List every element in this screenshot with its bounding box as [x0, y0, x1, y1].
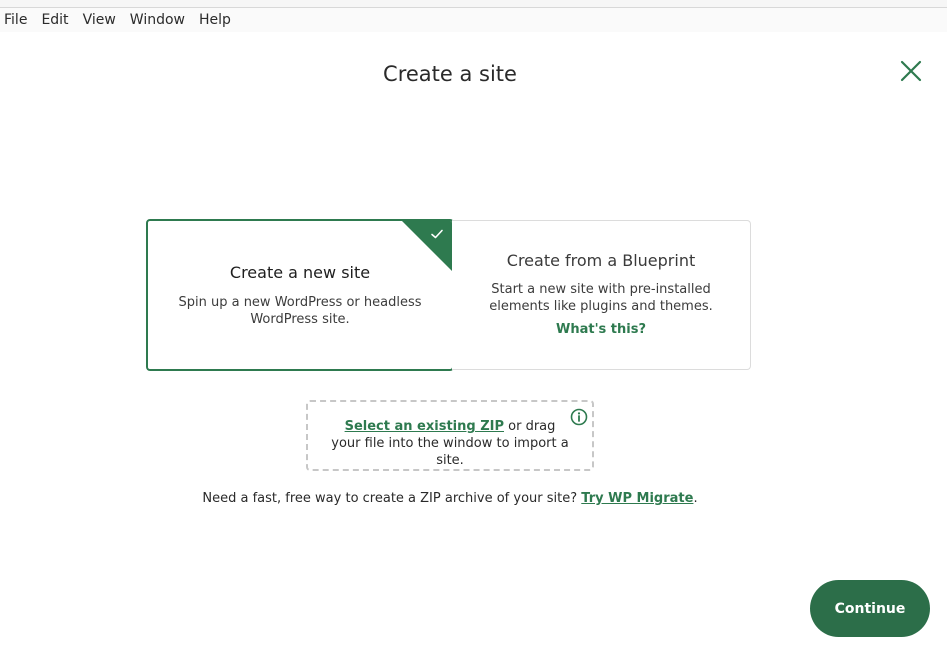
blueprint-title: Create from a Blueprint [506, 251, 696, 270]
menu-window[interactable]: Window [130, 8, 185, 32]
wp-migrate-note-suffix: . [693, 491, 698, 506]
menu-view[interactable]: View [83, 8, 116, 32]
window-top-border [0, 0, 947, 8]
blueprint-description: Start a new site with pre-installed elem… [489, 282, 713, 314]
close-button[interactable] [898, 58, 924, 84]
create-from-blueprint-card[interactable]: Create from a Blueprint Start a new site… [452, 220, 751, 370]
create-new-site-card[interactable]: Create a new site Spin up a new WordPres… [146, 219, 454, 371]
try-wp-migrate-link[interactable]: Try WP Migrate [581, 491, 693, 506]
menu-file[interactable]: File [4, 8, 27, 32]
select-zip-link[interactable]: Select an existing ZIP [345, 419, 504, 434]
drop-zone-text: Select an existing ZIP or drag your file… [308, 418, 592, 469]
info-icon[interactable] [570, 408, 588, 426]
new-site-description: Spin up a new WordPress or headless Word… [178, 295, 422, 327]
menu-edit[interactable]: Edit [41, 8, 68, 32]
continue-button[interactable]: Continue [810, 580, 930, 637]
wp-migrate-note-text: Need a fast, free way to create a ZIP ar… [202, 491, 582, 506]
menu-help[interactable]: Help [199, 8, 231, 32]
wp-migrate-note: Need a fast, free way to create a ZIP ar… [0, 491, 900, 506]
menu-bar: File Edit View Window Help [0, 8, 947, 32]
whats-this-link[interactable]: What's this? [556, 322, 646, 337]
close-icon [900, 60, 922, 82]
page-title: Create a site [383, 62, 517, 86]
checkmark-icon [429, 226, 445, 242]
zip-drop-zone[interactable]: Select an existing ZIP or drag your file… [306, 400, 594, 471]
